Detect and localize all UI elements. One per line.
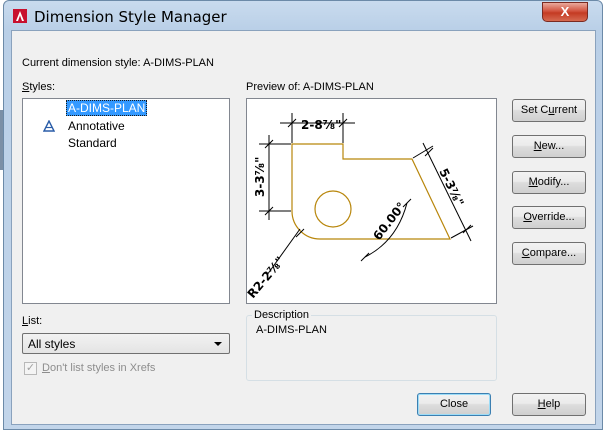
set-current-button[interactable]: Set Current (512, 99, 586, 122)
style-item-a-dims-plan[interactable]: A-DIMS-PLAN (23, 100, 223, 116)
preview-drawing: 2-8⅞" 3-3⅞" 5-3⅞" 60.00° R2-2⅞" (247, 113, 474, 301)
part-hole (314, 190, 352, 228)
styles-label: Styles: (22, 81, 56, 93)
override-button[interactable]: Override... (512, 206, 586, 229)
angle-dimension-text: 60.00° (370, 200, 408, 243)
list-label: List: (22, 315, 43, 327)
radius-dimension-text: R2-2⅞" (247, 254, 287, 301)
part-outline (291, 143, 451, 240)
annotative-icon (43, 120, 55, 132)
description-label: Description (252, 309, 312, 321)
dimension-preview: 2-8⅞" 3-3⅞" 5-3⅞" 60.00° R2-2⅞" (246, 98, 497, 304)
window-title: Dimension Style Manager (34, 8, 227, 26)
preview-label: Preview of: A-DIMS-PLAN (246, 81, 374, 93)
autocad-app-icon (13, 9, 27, 23)
list-filter-dropdown[interactable]: All styles (22, 333, 230, 354)
compare-button[interactable]: Compare... (512, 242, 586, 265)
new-button[interactable]: New... (512, 135, 586, 158)
top-dimension-text: 2-8⅞" (301, 118, 341, 132)
style-item-annotative[interactable]: Annotative (23, 118, 223, 134)
close-window-button[interactable]: X (542, 2, 588, 22)
right-dimension-text: 5-3⅞" (436, 166, 466, 208)
list-filter-value: All styles (28, 337, 76, 351)
help-button[interactable]: Help (512, 393, 586, 416)
chevron-down-icon (214, 342, 222, 346)
xrefs-checkbox[interactable]: ✓ (24, 362, 37, 375)
style-item-standard[interactable]: Standard (23, 135, 223, 151)
dialog-window: Dimension Style Manager X Current dimens… (3, 0, 603, 430)
close-button[interactable]: Close (417, 393, 491, 416)
description-text: A-DIMS-PLAN (256, 324, 327, 336)
xrefs-checkbox-label: Don't list styles in Xrefs (42, 362, 156, 374)
modify-button[interactable]: Modify... (512, 171, 586, 194)
right-dimension (412, 142, 474, 242)
styles-listbox[interactable]: A-DIMS-PLAN Annotative Standard (22, 98, 230, 304)
current-style-label: Current dimension style: A-DIMS-PLAN (22, 57, 214, 69)
dialog-content: Current dimension style: A-DIMS-PLAN Sty… (11, 30, 596, 425)
title-bar[interactable]: Dimension Style Manager X (4, 1, 602, 31)
left-dimension-text: 3-3⅞" (253, 157, 267, 197)
